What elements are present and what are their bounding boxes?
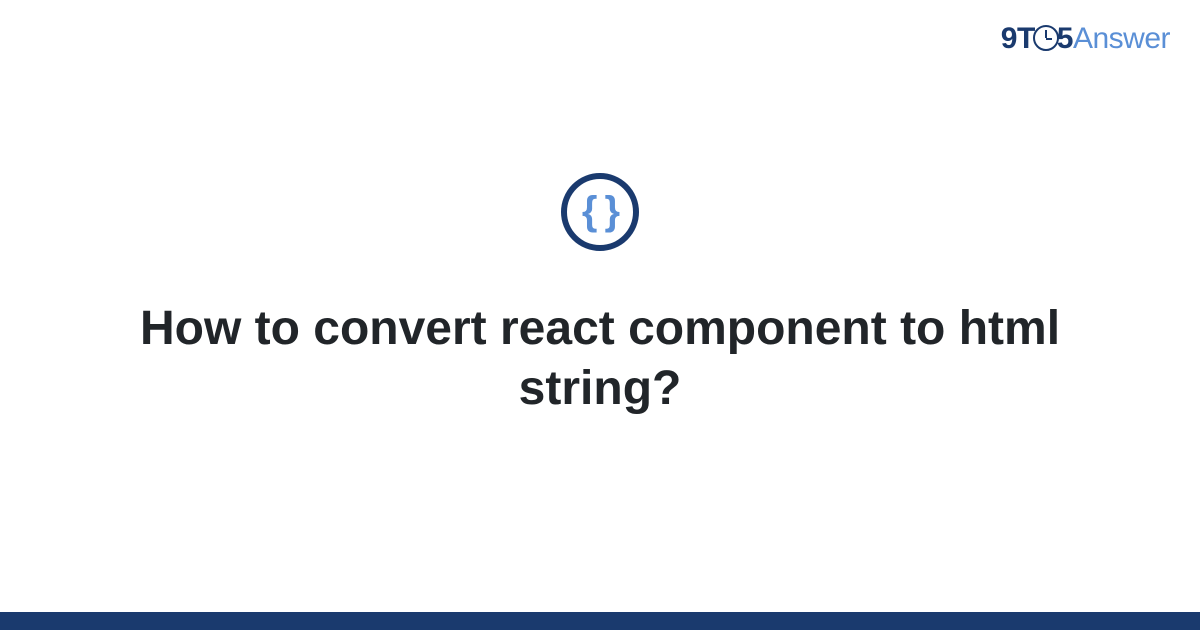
code-braces-icon: { } xyxy=(582,191,618,231)
footer-bar xyxy=(0,612,1200,630)
question-title: How to convert react component to html s… xyxy=(120,299,1080,419)
category-icon-circle: { } xyxy=(561,173,639,251)
main-content: { } How to convert react component to ht… xyxy=(0,0,1200,612)
